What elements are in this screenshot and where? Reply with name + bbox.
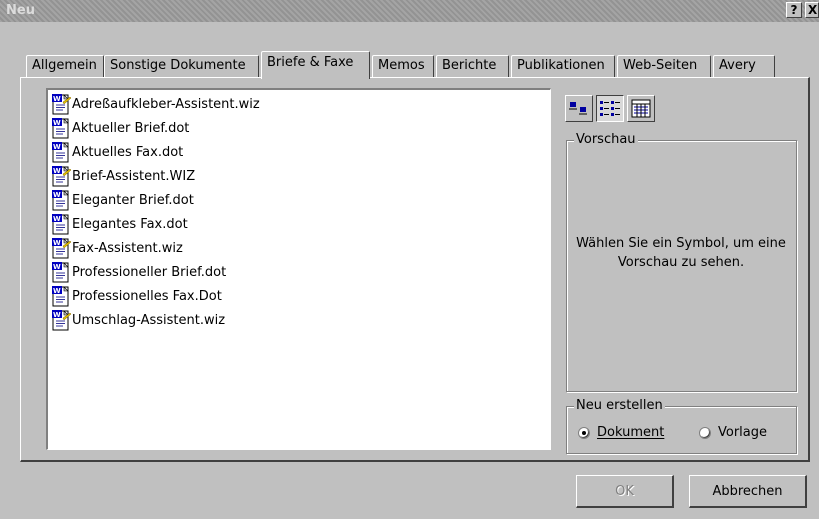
list-item-label: Aktueller Brief.dot <box>72 120 190 136</box>
cancel-button[interactable]: Abbrechen <box>689 475 807 508</box>
details-view-icon <box>631 99 651 118</box>
list-item-label: Eleganter Brief.dot <box>72 192 194 208</box>
radio-dokument-circle[interactable] <box>578 426 590 439</box>
list-item[interactable]: W Aktueller Brief.dot <box>50 116 189 140</box>
radio-vorlage[interactable]: Vorlage <box>699 425 767 440</box>
list-item[interactable]: W Adreßaufkleber-Assistent.wiz <box>50 92 260 116</box>
tab-memos[interactable]: Memos <box>372 55 434 77</box>
wizard-doc-icon: W <box>52 310 72 331</box>
radio-dokument[interactable]: Dokument <box>578 425 664 440</box>
large-icons-icon <box>569 102 587 115</box>
radio-vorlage-circle[interactable] <box>699 426 711 439</box>
tab-publikationen[interactable]: Publikationen <box>511 55 615 77</box>
tab-allgemein[interactable]: Allgemein <box>26 55 104 77</box>
list-item-label: Professionelles Fax.Dot <box>72 288 222 304</box>
list-item[interactable]: W Brief-Assistent.WIZ <box>50 164 195 188</box>
wizard-doc-icon: W <box>52 238 72 259</box>
list-item[interactable]: W Umschlag-Assistent.wiz <box>50 308 225 332</box>
large-icons-view-button[interactable] <box>565 95 593 122</box>
svg-text:W: W <box>53 143 61 151</box>
list-item[interactable]: W Professioneller Brief.dot <box>50 260 226 284</box>
tab-berichte[interactable]: Berichte <box>436 55 509 77</box>
svg-text:W: W <box>53 239 61 247</box>
radio-vorlage-label: Vorlage <box>718 425 768 440</box>
word-template-icon: W <box>52 286 69 307</box>
window-title: Neu <box>6 3 35 18</box>
template-list[interactable]: W Adreßaufkleber-Assistent.wiz W Aktueller … <box>46 88 551 450</box>
help-button[interactable]: ? <box>786 2 802 18</box>
preview-legend: Vorschau <box>574 132 638 147</box>
svg-text:W: W <box>53 287 61 295</box>
list-item[interactable]: W Elegantes Fax.dot <box>50 212 188 236</box>
list-item[interactable]: W Professionelles Fax.Dot <box>50 284 222 308</box>
word-template-icon: W <box>52 190 69 211</box>
list-item-label: Umschlag-Assistent.wiz <box>72 312 226 328</box>
svg-text:W: W <box>53 119 61 127</box>
close-button[interactable]: X <box>805 2 819 18</box>
title-bar[interactable]: Neu ? X <box>0 0 819 22</box>
list-item-label: Elegantes Fax.dot <box>72 216 188 232</box>
list-item[interactable]: W Fax-Assistent.wiz <box>50 236 183 260</box>
preview-message: Wählen Sie ein Symbol, um eine Vorschau … <box>576 236 786 270</box>
list-item-label: Brief-Assistent.WIZ <box>72 168 196 184</box>
svg-text:W: W <box>53 311 61 319</box>
tab-avery[interactable]: Avery <box>713 55 775 77</box>
list-item[interactable]: W Eleganter Brief.dot <box>50 188 194 212</box>
svg-text:W: W <box>53 263 61 271</box>
svg-text:W: W <box>53 215 61 223</box>
word-template-icon: W <box>52 214 69 235</box>
word-template-icon: W <box>52 262 69 283</box>
wizard-doc-icon: W <box>52 166 72 187</box>
list-item-label: Fax-Assistent.wiz <box>72 240 183 256</box>
word-template-icon: W <box>52 142 69 163</box>
list-item[interactable]: W Aktuelles Fax.dot <box>50 140 183 164</box>
tab-web-seiten[interactable]: Web-Seiten <box>617 55 711 77</box>
radio-dokument-label: Dokument <box>597 425 665 440</box>
list-view-button[interactable] <box>596 95 624 122</box>
tab-briefe-faxe[interactable]: Briefe & Faxe <box>261 51 370 79</box>
list-view-icon <box>600 101 620 116</box>
word-template-icon: W <box>52 118 69 139</box>
tab-sonstige-dokumente[interactable]: Sonstige Dokumente <box>104 55 259 77</box>
svg-text:W: W <box>53 167 61 175</box>
wizard-doc-icon: W <box>52 94 72 115</box>
list-item-label: Adreßaufkleber-Assistent.wiz <box>72 96 260 112</box>
svg-text:W: W <box>53 191 61 199</box>
details-view-button[interactable] <box>627 95 655 122</box>
list-item-label: Aktuelles Fax.dot <box>72 144 184 160</box>
svg-text:W: W <box>53 95 61 103</box>
list-item-label: Professioneller Brief.dot <box>72 264 227 280</box>
ok-button[interactable]: OK <box>576 475 674 508</box>
create-new-legend: Neu erstellen <box>574 398 665 413</box>
